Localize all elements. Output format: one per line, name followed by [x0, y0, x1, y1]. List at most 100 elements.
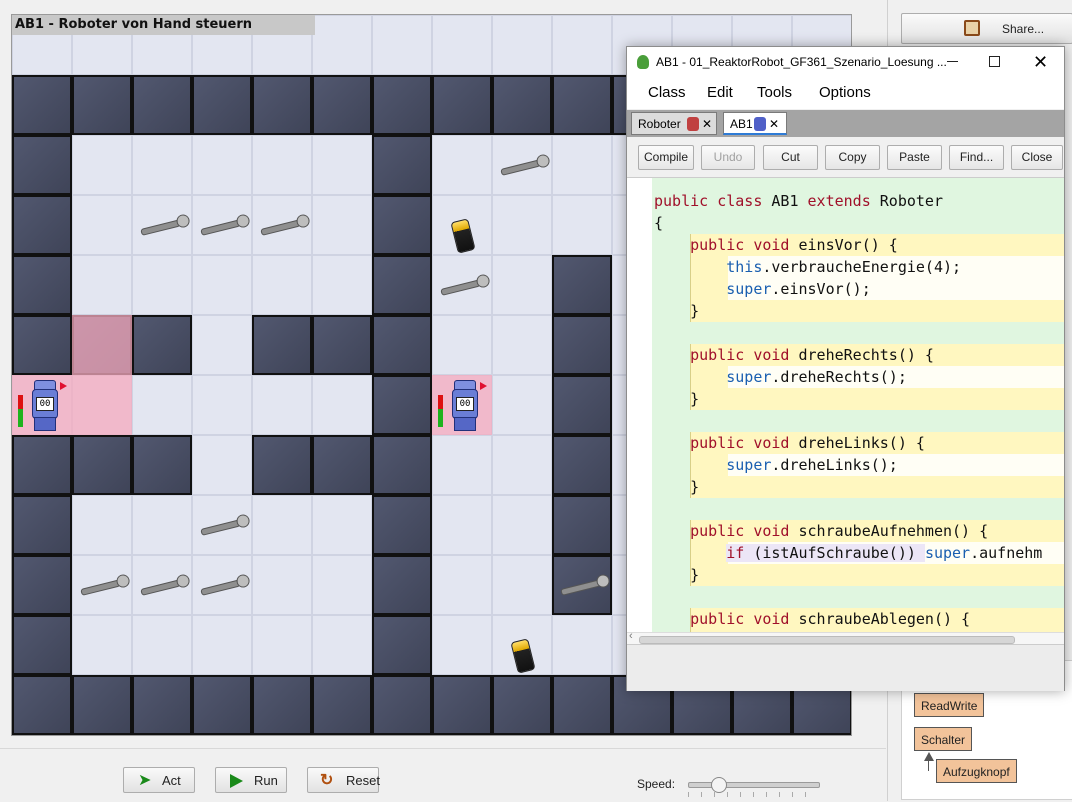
floor-tile — [372, 15, 432, 75]
inheritance-line — [928, 761, 929, 771]
speed-slider[interactable] — [688, 777, 820, 797]
floor-tile — [252, 615, 312, 675]
copy-button[interactable]: Copy — [825, 145, 880, 170]
tab-close-icon[interactable]: ✕ — [702, 113, 712, 136]
wall-tile — [312, 435, 372, 495]
code-line[interactable]: super.dreheLinks(); — [654, 454, 898, 476]
highlight-tile[interactable] — [72, 375, 132, 435]
code-line[interactable]: public class AB1 extends Roboter — [654, 190, 943, 212]
code-line[interactable]: public void dreheRechts() { — [654, 344, 934, 366]
menu-tools[interactable]: Tools — [757, 84, 792, 101]
wall-tile — [72, 435, 132, 495]
floor-tile — [312, 195, 372, 255]
menu-options[interactable]: Options — [819, 84, 871, 101]
code-line[interactable]: this.verbraucheEnergie(4); — [654, 256, 961, 278]
reset-button[interactable]: ↻ Reset — [307, 767, 380, 793]
wall-tile — [372, 555, 432, 615]
robot-icon[interactable]: 00 — [436, 377, 492, 433]
wall-tile — [132, 75, 192, 135]
act-label: Act — [162, 773, 181, 788]
menu-edit[interactable]: Edit — [707, 84, 733, 101]
share-button[interactable]: Share... — [901, 13, 1072, 44]
robot-class-icon — [754, 117, 766, 131]
wall-tile — [492, 75, 552, 135]
floor-tile — [492, 195, 552, 255]
share-label: Share... — [1002, 22, 1045, 36]
code-line[interactable]: super.dreheRechts(); — [654, 366, 907, 388]
minimize-icon[interactable] — [947, 61, 958, 62]
floor-tile — [432, 315, 492, 375]
code-line[interactable]: } — [654, 564, 699, 586]
cut-button[interactable]: Cut — [763, 145, 818, 170]
wall-tile — [372, 615, 432, 675]
play-icon — [230, 774, 243, 788]
tab-ab1[interactable]: AB1 ✕ — [723, 112, 787, 135]
code-line[interactable]: public void schraubeAblegen() { — [654, 608, 970, 630]
floor-tile — [312, 15, 372, 75]
editor-window: AB1 - 01_ReaktorRobot_GF361_Szenario_Loe… — [626, 46, 1065, 691]
editor-menubar: Class Edit Tools Options — [627, 77, 1064, 109]
undo-button[interactable]: Undo — [701, 145, 755, 170]
wall-tile — [132, 675, 192, 735]
floor-tile — [432, 555, 492, 615]
wall-tile — [372, 375, 432, 435]
editor-titlebar: AB1 - 01_ReaktorRobot_GF361_Szenario_Loe… — [627, 47, 1064, 77]
share-icon — [964, 20, 980, 36]
wall-tile — [12, 255, 72, 315]
wall-tile — [552, 435, 612, 495]
floor-tile — [492, 555, 552, 615]
wall-tile — [192, 75, 252, 135]
close-icon[interactable]: ✕ — [1033, 47, 1048, 77]
tab-roboter[interactable]: Roboter ✕ — [631, 112, 717, 135]
paste-button[interactable]: Paste — [887, 145, 942, 170]
floor-tile — [552, 195, 612, 255]
wall-tile — [552, 375, 612, 435]
run-button[interactable]: Run — [215, 767, 287, 793]
robot-icon[interactable]: 00 — [16, 377, 72, 433]
floor-tile — [312, 495, 372, 555]
class-aufzugknopf[interactable]: Aufzugknopf — [936, 759, 1017, 783]
maximize-icon[interactable] — [989, 56, 1000, 67]
code-editor[interactable]: public class AB1 extends Roboter{ public… — [627, 178, 1064, 632]
code-line[interactable]: } — [654, 476, 699, 498]
menu-class[interactable]: Class — [648, 84, 686, 101]
class-schalter[interactable]: Schalter — [914, 727, 973, 751]
floor-tile — [252, 495, 312, 555]
speed-label: Speed: — [637, 777, 676, 791]
code-line[interactable]: public void dreheLinks() { — [654, 432, 925, 454]
compile-button[interactable]: Compile — [638, 145, 694, 170]
code-line[interactable]: super.einsVor(); — [654, 278, 871, 300]
reset-label: Reset — [346, 773, 380, 788]
find-button[interactable]: Find... — [949, 145, 1004, 170]
scroll-left-icon[interactable]: ‹ — [629, 630, 633, 642]
highlight-tile[interactable] — [72, 315, 132, 375]
floor-tile — [552, 615, 612, 675]
wall-tile — [252, 675, 312, 735]
wall-tile — [312, 75, 372, 135]
wall-tile — [372, 255, 432, 315]
speed-thumb[interactable] — [711, 777, 727, 793]
code-line[interactable]: } — [654, 300, 699, 322]
wall-tile — [252, 315, 312, 375]
floor-tile — [552, 135, 612, 195]
wall-tile — [552, 495, 612, 555]
code-line[interactable]: public void einsVor() { — [654, 234, 898, 256]
wall-tile — [552, 675, 612, 735]
act-button[interactable]: ➤ Act — [123, 767, 195, 793]
tab-roboter-label: Roboter — [638, 117, 681, 131]
scroll-thumb[interactable] — [639, 636, 1015, 644]
tab-close-icon[interactable]: ✕ — [769, 113, 779, 136]
code-line[interactable]: { — [654, 212, 663, 234]
floor-tile — [492, 255, 552, 315]
floor-tile — [312, 135, 372, 195]
world-title: AB1 - Roboter von Hand steuern — [12, 15, 315, 35]
wall-tile — [12, 555, 72, 615]
code-line[interactable]: if (istAufSchraube()) super.aufnehm — [654, 542, 1042, 564]
code-line[interactable]: public void schraubeAufnehmen() { — [654, 520, 988, 542]
code-line[interactable]: } — [654, 388, 699, 410]
class-readwrite[interactable]: ReadWrite — [914, 693, 985, 717]
speed-track — [688, 782, 820, 788]
wall-tile — [12, 495, 72, 555]
close-button[interactable]: Close — [1011, 145, 1063, 170]
robot-class-icon — [687, 117, 699, 131]
